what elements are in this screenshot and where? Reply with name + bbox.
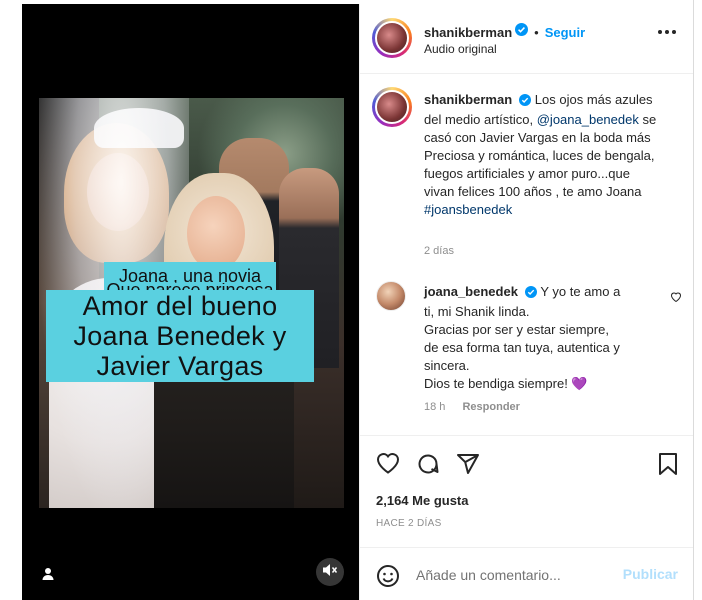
more-options-icon[interactable] bbox=[658, 30, 676, 34]
post-actions: 2,164 Me gusta HACE 2 DÍAS bbox=[360, 435, 694, 547]
video-caption-line: Joana Benedek y bbox=[73, 321, 287, 351]
verified-badge-icon bbox=[524, 285, 537, 303]
emoji-icon[interactable] bbox=[376, 564, 400, 593]
user-tag-icon[interactable] bbox=[41, 567, 55, 581]
heart-icon[interactable] bbox=[376, 452, 400, 481]
audio-link[interactable]: Audio original bbox=[424, 42, 497, 56]
post-date[interactable]: HACE 2 DÍAS bbox=[376, 518, 442, 529]
reel-video[interactable]: Joana , una novia Que parece princesa Am… bbox=[22, 4, 359, 600]
likes-count[interactable]: 2,164 Me gusta bbox=[376, 493, 469, 508]
mute-button[interactable] bbox=[316, 558, 344, 586]
comment-text: joana_benedek Y yo te amo a ti, mi Shani… bbox=[424, 284, 621, 391]
video-caption-line: Amor del bueno bbox=[82, 291, 278, 321]
comment-username[interactable]: shanikberman bbox=[424, 92, 512, 107]
window-scrollbar[interactable] bbox=[693, 0, 702, 600]
caption-text: shanikberman Los ojos más azules del med… bbox=[424, 92, 657, 217]
add-comment-bar: Publicar bbox=[360, 547, 694, 600]
publish-button[interactable]: Publicar bbox=[623, 566, 678, 582]
comment-input[interactable] bbox=[416, 564, 616, 586]
post-side-panel: shanikberman • Seguir Audio original sha… bbox=[359, 4, 694, 600]
bookmark-icon[interactable] bbox=[658, 452, 678, 481]
comment-meta: 18 h Responder bbox=[424, 401, 520, 413]
comments-list: shanikberman Los ojos más azules del med… bbox=[360, 75, 694, 435]
instagram-post-modal: Joana , una novia Que parece princesa Am… bbox=[0, 0, 702, 600]
caption-item: shanikberman Los ojos más azules del med… bbox=[372, 87, 682, 277]
comment-username[interactable]: joana_benedek bbox=[424, 284, 518, 299]
header-username[interactable]: shanikberman bbox=[424, 25, 512, 40]
reply-button[interactable]: Responder bbox=[462, 401, 519, 413]
comment-time[interactable]: 18 h bbox=[424, 401, 445, 413]
video-caption-big: Amor del bueno Joana Benedek y Javier Va… bbox=[46, 290, 314, 382]
avatar[interactable] bbox=[372, 87, 412, 127]
post-header: shanikberman • Seguir Audio original bbox=[360, 4, 694, 74]
hashtag-link[interactable]: #joansbenedek bbox=[424, 202, 512, 217]
separator-dot: • bbox=[534, 24, 539, 40]
avatar[interactable] bbox=[372, 18, 412, 58]
verified-badge-icon bbox=[515, 23, 529, 41]
verified-badge-icon bbox=[519, 93, 532, 111]
comment-icon[interactable] bbox=[416, 452, 440, 481]
avatar[interactable] bbox=[376, 281, 406, 311]
like-comment-heart-icon[interactable] bbox=[670, 289, 682, 307]
caption-time[interactable]: 2 días bbox=[424, 245, 454, 257]
share-icon[interactable] bbox=[456, 452, 480, 481]
follow-button[interactable]: Seguir bbox=[545, 25, 585, 40]
mention-link[interactable]: @joana_benedek bbox=[537, 112, 639, 127]
comment-item: joana_benedek Y yo te amo a ti, mi Shani… bbox=[372, 281, 682, 421]
speaker-muted-icon bbox=[322, 563, 338, 582]
video-caption-line: Javier Vargas bbox=[96, 351, 264, 381]
